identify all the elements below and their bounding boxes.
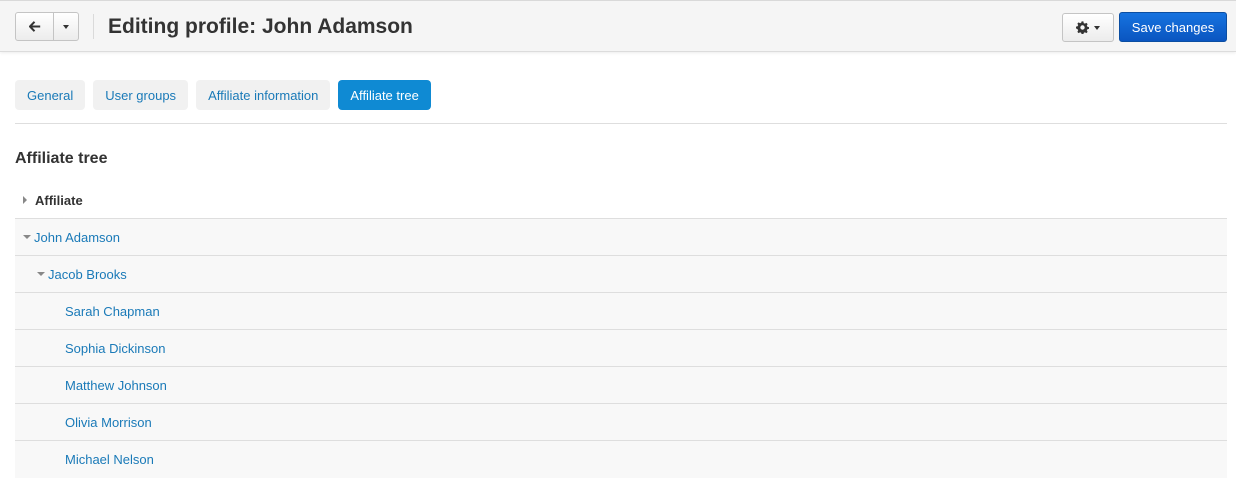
tree-node: Matthew Johnson [15,367,1227,404]
tab-affiliate-information[interactable]: Affiliate information [196,80,331,110]
tree-node: Olivia Morrison [15,404,1227,441]
toolbar-divider [93,14,94,39]
tree-node-link[interactable]: Sarah Chapman [65,304,160,319]
top-toolbar: Editing profile: John Adamson Save chang… [0,0,1236,52]
tree-node-link[interactable]: Matthew Johnson [65,378,167,393]
tree-node: Sophia Dickinson [15,330,1227,367]
settings-dropdown-button[interactable] [1062,13,1114,42]
tree-node-link[interactable]: John Adamson [34,230,120,245]
caret-right-icon [23,196,27,204]
tree-node-link[interactable]: Sophia Dickinson [65,341,165,356]
tree-node: Michael Nelson [15,441,1227,478]
tree-node: Sarah Chapman [15,293,1227,330]
chevron-down-icon [1094,25,1100,30]
tree-node-link[interactable]: Olivia Morrison [65,415,152,430]
tabs-divider [15,123,1227,124]
section-title: Affiliate tree [15,150,108,167]
arrow-left-icon [28,21,40,32]
caret-down-icon[interactable] [23,235,31,239]
tree-header-row[interactable]: Affiliate [15,182,1227,219]
navigation-button-group [15,12,79,41]
navigation-dropdown-button[interactable] [54,13,78,40]
affiliate-tree: Affiliate John Adamson Jacob Brooks Sara… [15,182,1227,478]
tree-node: John Adamson [15,219,1227,256]
back-button[interactable] [16,13,54,40]
caret-down-icon[interactable] [37,272,45,276]
tree-node-link[interactable]: Jacob Brooks [48,267,127,282]
tree-node: Jacob Brooks [15,256,1227,293]
tab-general[interactable]: General [15,80,86,110]
tree-column-header: Affiliate [35,192,83,208]
profile-tabs: General User groups Affiliate informatio… [15,80,431,110]
tab-affiliate-tree[interactable]: Affiliate tree [338,80,431,110]
page-title: Editing profile: John Adamson [108,15,413,38]
gear-icon [1076,21,1089,34]
chevron-down-icon [63,24,69,29]
save-changes-button[interactable]: Save changes [1119,12,1227,42]
tree-node-link[interactable]: Michael Nelson [65,452,154,467]
tab-user-groups[interactable]: User groups [93,80,189,110]
